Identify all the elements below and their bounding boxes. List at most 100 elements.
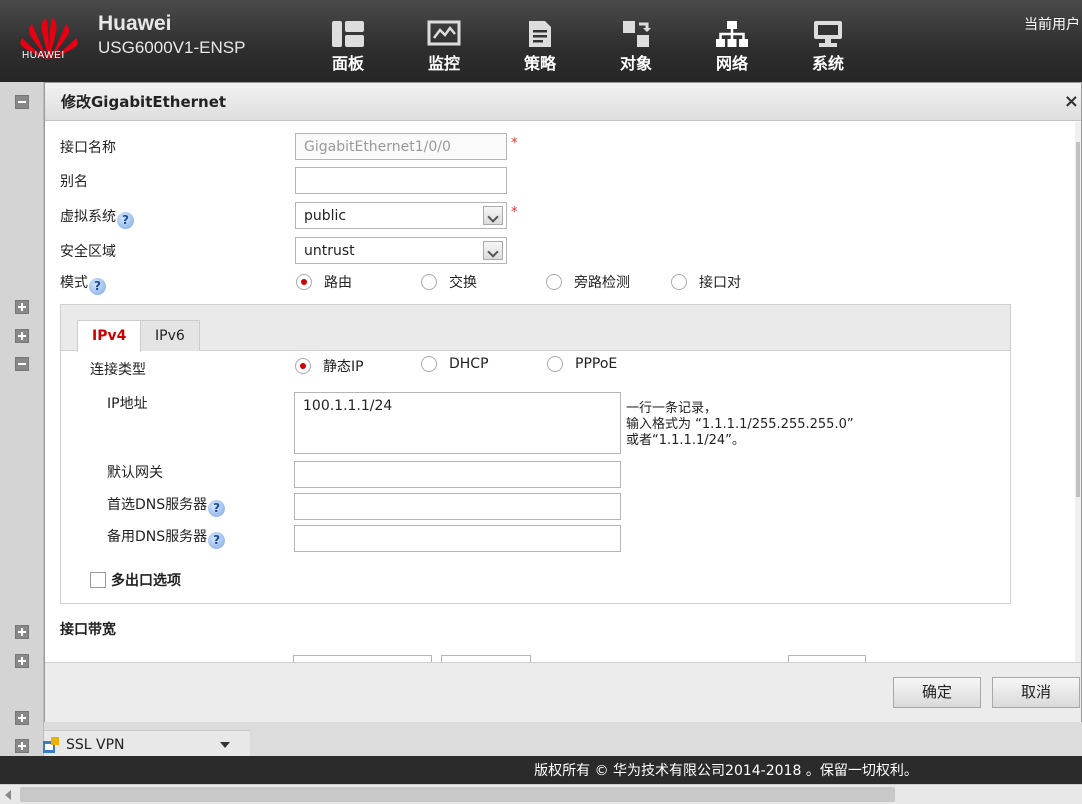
vsys-select[interactable]: public (295, 202, 507, 229)
bandwidth-input[interactable] (293, 655, 432, 662)
nav-system[interactable]: 系统 (780, 0, 876, 82)
expand-icon[interactable] (15, 654, 29, 668)
horizontal-scrollbar[interactable] (0, 784, 1082, 804)
brand: Huawei USG6000V1-ENSP (98, 12, 245, 58)
mode-radio-route[interactable]: 路由 (296, 272, 352, 292)
sidebar-item-label: SSL VPN (66, 736, 125, 753)
conn-radio-dhcp[interactable]: DHCP (421, 356, 489, 372)
expand-icon[interactable] (15, 300, 29, 314)
bandwidth-unit-select[interactable] (441, 655, 531, 662)
nav-dashboard-label: 面板 (331, 54, 364, 73)
dialog-footer: 确定 取消 (45, 662, 1081, 722)
radio-icon (546, 274, 562, 290)
radio-label: 旁路检测 (574, 275, 630, 291)
radio-label: 接口对 (699, 275, 741, 291)
logo-text: HUAWEI (22, 50, 65, 61)
mode-radio-switch[interactable]: 交换 (421, 272, 477, 292)
gateway-input[interactable] (294, 461, 621, 488)
nav-network[interactable]: 网络 (684, 0, 780, 82)
help-icon[interactable]: ? (208, 532, 226, 549)
ip-tabs-bar: IPv4 IPv6 (61, 305, 1010, 352)
collapse-icon[interactable] (15, 357, 29, 371)
mode-radio-bypass[interactable]: 旁路检测 (546, 272, 630, 292)
device-model: USG6000V1-ENSP (98, 38, 246, 57)
nav-monitor[interactable]: 监控 (396, 0, 492, 82)
gateway-label: 默认网关 (107, 465, 163, 481)
zone-select[interactable]: untrust (295, 237, 507, 264)
policy-icon (529, 21, 551, 47)
checkbox-icon[interactable] (90, 572, 106, 588)
dialog-title: 修改GigabitEthernet (61, 93, 227, 111)
sidebar-item-ssl-vpn[interactable]: SSL VPN (43, 730, 250, 758)
nav-dashboard[interactable]: 面板 (300, 0, 396, 82)
alias-label: 别名 (60, 174, 88, 190)
object-icon (623, 21, 651, 47)
main-nav: 面板 监控 策略 对象 网络 系统 (300, 0, 876, 82)
top-header: HUAWEI Huawei USG6000V1-ENSP 面板 监控 策略 对象… (0, 0, 1082, 82)
radio-selected-icon (295, 358, 311, 374)
hint-line: 或者“1.1.1.1/24”。 (626, 433, 745, 448)
radio-icon (671, 274, 687, 290)
expand-icon[interactable] (15, 625, 29, 639)
bandwidth-section-title: 接口带宽 (60, 622, 116, 638)
dns1-input[interactable] (294, 493, 621, 520)
vertical-scrollbar[interactable] (1075, 122, 1081, 662)
ip-address-label: IP地址 (107, 396, 148, 412)
interface-name-row: 接口名称 GigabitEthernet1/0/0 * (60, 133, 760, 161)
scrollbar-thumb[interactable] (1076, 142, 1080, 497)
zone-label: 安全区域 (60, 244, 116, 260)
vsys-value: public (304, 208, 347, 224)
current-user-label[interactable]: 当前用户 (1024, 14, 1080, 34)
scroll-left-icon[interactable] (5, 790, 11, 800)
hint-line: 一行一条记录， (626, 401, 718, 416)
multi-exit-checkbox[interactable]: 多出口选项 (90, 570, 181, 590)
mode-label: 模式? (60, 272, 106, 295)
dns2-label-text: 备用DNS服务器 (107, 529, 208, 545)
alias-row: 别名 (60, 167, 760, 195)
nav-object[interactable]: 对象 (588, 0, 684, 82)
close-icon[interactable]: × (1064, 83, 1079, 121)
brand-name: Huawei (98, 12, 172, 35)
dialog-body: 接口名称 GigabitEthernet1/0/0 * 别名 虚拟系统? pub… (45, 122, 1081, 662)
tab-ipv6[interactable]: IPv6 (140, 320, 200, 351)
radio-icon (421, 356, 437, 372)
bandwidth-input-2[interactable] (788, 655, 866, 662)
monitor-icon (427, 20, 461, 46)
radio-label: 路由 (324, 275, 352, 291)
mode-radio-pair[interactable]: 接口对 (671, 272, 741, 292)
system-icon (814, 21, 842, 47)
chevron-down-icon[interactable] (483, 241, 503, 260)
conn-radio-pppoe[interactable]: PPPoE (547, 356, 617, 372)
help-icon[interactable]: ? (208, 500, 226, 517)
dns2-label: 备用DNS服务器? (107, 526, 226, 549)
tab-ipv4[interactable]: IPv4 (77, 320, 142, 352)
vsys-label-text: 虚拟系统 (60, 209, 116, 225)
help-icon[interactable]: ? (117, 212, 134, 229)
conn-radio-static[interactable]: 静态IP (295, 356, 364, 376)
nav-policy[interactable]: 策略 (492, 0, 588, 82)
alias-input[interactable] (295, 167, 507, 194)
help-icon[interactable]: ? (89, 278, 106, 295)
ip-address-textarea[interactable]: 100.1.1.1/24 (294, 392, 621, 454)
chevron-down-icon[interactable] (220, 742, 230, 748)
dns2-input[interactable] (294, 525, 621, 552)
dialog-title-bar: 修改GigabitEthernet × (45, 83, 1081, 121)
chevron-down-icon[interactable] (483, 206, 503, 225)
edit-interface-dialog: 修改GigabitEthernet × 接口名称 GigabitEthernet… (44, 82, 1082, 722)
nav-network-label: 网络 (715, 54, 748, 73)
nav-monitor-label: 监控 (427, 54, 460, 73)
expand-icon[interactable] (15, 329, 29, 343)
ok-button[interactable]: 确定 (893, 677, 981, 708)
mode-row: 模式? 路由 交换 旁路检测 接口对 (60, 268, 960, 296)
cancel-button[interactable]: 取消 (992, 677, 1080, 708)
expand-icon[interactable] (15, 711, 29, 725)
hint-line: 输入格式为 “1.1.1.1/255.255.255.0” (626, 417, 854, 432)
scrollbar-thumb[interactable] (20, 787, 895, 802)
radio-icon (547, 356, 563, 372)
nav-object-label: 对象 (619, 54, 652, 73)
expand-icon[interactable] (15, 739, 29, 753)
radio-label: PPPoE (575, 356, 618, 372)
ip-config-panel: IPv4 IPv6 连接类型 静态IP DHCP PPPoE IP地址 100.… (60, 304, 1011, 604)
left-nav-strip (0, 82, 44, 756)
collapse-icon[interactable] (15, 95, 29, 109)
